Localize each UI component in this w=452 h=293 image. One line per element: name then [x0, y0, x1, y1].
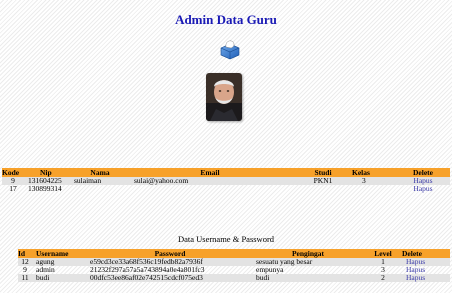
cell-email [126, 185, 294, 193]
col-id-header: Id [18, 249, 32, 258]
delete-link[interactable]: Hapus [400, 258, 450, 266]
col-nama-header: Nama [74, 168, 126, 177]
table-row: 9 131604225 sulaiman sulai@yahoo.com PKN… [2, 177, 450, 185]
cell-pengingat: empunya [256, 266, 284, 274]
cell-username: budi [32, 274, 90, 282]
cell-id: 9 [23, 266, 27, 274]
cell-level: 2 [366, 274, 400, 282]
table-row: 11 budi 00dfc53ee86af02e742515cdcf075ed3… [18, 274, 450, 282]
col-email-header: Email [126, 168, 294, 177]
cell-nama: sulaiman [74, 177, 126, 185]
delete-link[interactable]: Hapus [400, 266, 450, 274]
cell-password: e59cd3ce33a68f536c19fedb82a7936f [90, 258, 250, 266]
cell-nama [74, 185, 126, 193]
cell-level: 3 [381, 266, 385, 274]
cell-level: 1 [366, 258, 400, 266]
cell-nip: 131604225 [24, 177, 74, 185]
cell-kelas: 3 [352, 177, 396, 185]
guru-table: Kode Nip Nama Email Studi Kelas Delete 9… [2, 168, 450, 193]
cell-kode: 17 [9, 185, 17, 193]
cell-pengingat: sesuatu yang besar [250, 258, 366, 266]
user-table-header: Id Username Password Pengingat Level Del… [18, 249, 450, 258]
col-delete-header: Delete [400, 249, 450, 258]
delete-link[interactable]: Hapus [396, 177, 450, 185]
col-username-header: Username [32, 249, 90, 258]
col-kode-header: Kode [2, 168, 24, 177]
cell-studi: PKN1 [294, 177, 352, 185]
cell-kelas [352, 185, 396, 193]
avatar [206, 73, 242, 121]
table-row: 12 agung e59cd3ce33a68f536c19fedb82a7936… [18, 258, 450, 266]
col-studi-header: Studi [294, 168, 352, 177]
col-kelas-header: Kelas [352, 168, 396, 177]
col-pengingat-header: Pengingat [250, 249, 366, 258]
avatar-photo-icon [206, 73, 242, 121]
cell-pengingat: budi [250, 274, 366, 282]
col-delete-header: Delete [396, 168, 450, 177]
cell-studi [294, 185, 352, 193]
cell-username: agung [32, 258, 90, 266]
cell-id: 12 [18, 258, 32, 266]
cell-username: admin [36, 266, 55, 274]
user-table: Id Username Password Pengingat Level Del… [18, 249, 450, 282]
cell-id: 11 [18, 274, 32, 282]
tissue-box-icon [220, 40, 240, 60]
table-row: 17 130899314 Hapus [2, 185, 450, 193]
page-title: Admin Data Guru [175, 12, 277, 27]
cell-password: 00dfc53ee86af02e742515cdcf075ed3 [90, 274, 250, 282]
cell-password: 21232f297a57a5a743894a0e4a801fc3 [90, 266, 205, 274]
guru-table-header: Kode Nip Nama Email Studi Kelas Delete [2, 168, 450, 177]
section-title: Data Username & Password [177, 234, 275, 244]
col-nip-header: Nip [24, 168, 74, 177]
col-password-header: Password [90, 249, 250, 258]
table-row: 9 admin 21232f297a57a5a743894a0e4a801fc3… [18, 266, 450, 274]
cell-kode: 9 [2, 177, 24, 185]
col-level-header: Level [366, 249, 400, 258]
delete-link[interactable]: Hapus [396, 185, 450, 193]
cell-nip: 130899314 [28, 185, 62, 193]
delete-link[interactable]: Hapus [400, 274, 450, 282]
cell-email: sulai@yahoo.com [126, 177, 294, 185]
